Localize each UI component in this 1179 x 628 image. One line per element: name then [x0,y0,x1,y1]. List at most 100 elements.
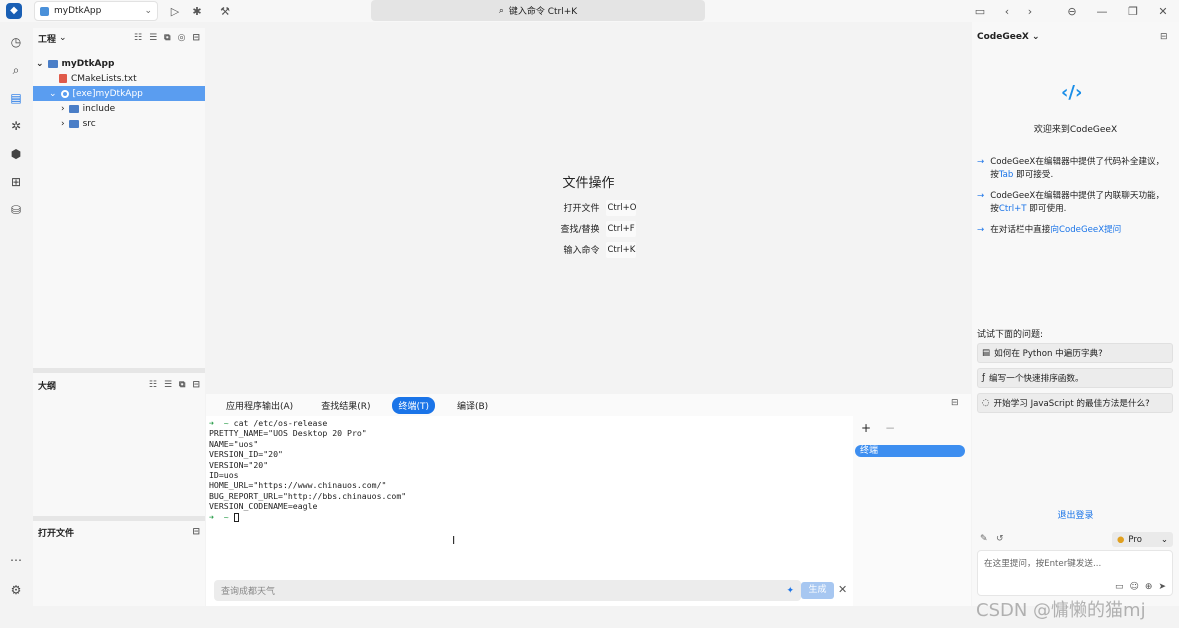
bug-icon[interactable]: ✲ [8,118,24,134]
remove-terminal-icon[interactable]: − [885,421,895,435]
panel-divider[interactable] [33,368,205,373]
suggested-question[interactable]: ◌ 开始学习 JavaScript 的最佳方法是什么? [977,393,1173,413]
codegeex-tips: → CodeGeeX在编辑器中提供了代码补全建议，按Tab 即可接受. → Code… [972,156,1179,245]
history-icon[interactable]: ◷ [8,34,24,50]
tree-item-label: include [82,103,116,114]
build-icon[interactable]: ⚒ [218,4,232,18]
tree-item-label: CMakeLists.txt [71,73,137,84]
table-icon: ▤ [982,348,991,358]
enter-command-row[interactable]: 输入命令 Ctrl+K [206,239,971,260]
terminal-line: BUG_REPORT_URL="http://bbs.chinauos.com" [209,490,407,501]
tip-item: → CodeGeeX在编辑器中提供了代码补全建议，按Tab 即可接受. [977,156,1171,182]
ai-sparkle-icon[interactable]: ✦ [786,586,794,596]
file-operations-title: 文件操作 [562,176,615,191]
collapse-icon[interactable]: ⊟ [192,380,200,390]
model-icon: ● [1117,534,1125,545]
tree-item-target[interactable]: ⌄ [exe]myDtkApp [33,86,205,101]
chevron-down-icon: ⌄ [1032,32,1040,42]
panel-divider[interactable] [33,516,205,521]
tip-item: → CodeGeeX在编辑器中提供了内联聊天功能，按Ctrl+T 即可使用. [977,190,1171,216]
logout-link[interactable]: 退出登录 [972,508,1179,521]
tip-text: 即可使用. [1029,204,1067,214]
add-terminal-icon[interactable]: + [861,421,871,435]
terminal-list: + − 终端 [853,418,971,606]
package-icon[interactable]: ⬢ [8,146,24,162]
tree-item-label: [exe]myDtkApp [72,88,143,99]
tip-text: 在对话栏中直接 [990,225,1051,235]
edit-icon[interactable]: ▤ [8,90,24,106]
tip-key: Ctrl+T [998,204,1027,214]
function-icon: ƒ [982,373,986,383]
history-icon[interactable]: ↺ [996,534,1004,544]
close-icon[interactable]: ✕ [838,583,847,596]
maximize-icon[interactable]: ❐ [1126,4,1140,18]
terminal-line: NAME="uos" [209,438,259,449]
tip-text: 即可接受. [1016,170,1054,180]
tab-app-output[interactable]: 应用程序输出(A) [220,397,299,414]
filter-icon[interactable]: ☷ [149,380,157,390]
database-icon[interactable]: ⛁ [8,202,24,218]
codegeex-title-wrap[interactable]: CodeGeeX ⌄ [977,32,1040,42]
bottom-tabs: 应用程序输出(A) 查找结果(R) 终端(T) 编译(B) [220,396,494,414]
tree-item-src[interactable]: › src [33,116,205,131]
chevron-down-icon[interactable]: ⌄ [59,33,67,43]
collapse-icon[interactable]: ⊟ [192,527,200,537]
question-text: 开始学习 JavaScript 的最佳方法是什么? [993,399,1150,409]
terminal-line: VERSION_CODENAME=eagle [209,501,318,512]
open-file-row[interactable]: 打开文件 Ctrl+O [206,197,971,218]
sort-icon[interactable]: ☰ [149,33,157,43]
folder-icon[interactable]: ▭ [1115,582,1124,592]
tree-item-label: src [82,118,96,129]
tree-item-include[interactable]: › include [33,101,205,116]
emoji-icon[interactable]: ☺ [1130,582,1139,592]
project-selector[interactable]: myDtkApp ⌄ [34,1,158,21]
chat-icon: ◌ [982,398,990,408]
globe-icon[interactable]: ⊕ [1145,582,1153,592]
command-label: 键入命令 Ctrl+K [508,7,578,17]
try-title: 试试下面的问题: [977,330,1044,340]
command-palette[interactable]: ⌕ 键入命令 Ctrl+K [371,0,705,21]
clear-icon[interactable]: ✎ [980,534,988,544]
target-icon[interactable]: ◎ [178,33,186,43]
model-selector[interactable]: ● Pro ⌄ [1112,532,1173,547]
ask-input[interactable]: 查询成都天气 ✦ [214,580,801,601]
collapse-icon[interactable]: ⊟ [1160,32,1168,42]
filter-icon[interactable]: ☷ [134,33,142,43]
search-icon[interactable]: ⌕ [8,62,24,78]
tree-item-root[interactable]: ⌄ myDtkApp [33,56,205,71]
folder-icon[interactable]: ▭ [973,4,987,18]
run-icon[interactable]: ▷ [168,4,182,18]
send-icon[interactable]: ➤ [1158,582,1166,592]
app-logo-icon: ◆ [6,3,22,19]
menu-icon[interactable]: ⊖ [1065,4,1079,18]
collapse-icon[interactable]: ⊟ [192,33,200,43]
ask-codegeex-link[interactable]: 向CodeGeeX提问 [1050,225,1121,235]
extensions-icon[interactable]: ⊞ [8,174,24,190]
minimize-icon[interactable]: — [1095,4,1109,18]
back-icon[interactable]: ‹ [1000,4,1014,18]
tab-terminal[interactable]: 终端(T) [392,396,435,414]
tab-find-results[interactable]: 查找结果(R) [315,397,376,414]
copy-icon[interactable]: ⧉ [164,33,170,43]
suggested-question[interactable]: ▤ 如何在 Python 中遍历字典? [977,343,1173,363]
terminal-line: ID=uos [209,470,239,481]
tree-item-cmakelists[interactable]: CMakeLists.txt [33,71,205,86]
forward-icon[interactable]: › [1023,4,1037,18]
find-replace-row[interactable]: 查找/替换 Ctrl+F [206,218,971,239]
tab-build[interactable]: 编译(B) [451,397,494,414]
copy-icon[interactable]: ⧉ [179,380,185,390]
collapse-icon[interactable]: ⊟ [951,398,959,408]
settings-gear-icon[interactable]: ⚙ [8,582,24,598]
close-icon[interactable]: ✕ [1156,4,1170,18]
generate-button[interactable]: 生成 [801,582,834,599]
terminal-line: PRETTY_NAME="UOS Desktop 20 Pro" [209,428,367,439]
sort-icon[interactable]: ☰ [164,380,172,390]
debug-icon[interactable]: ✱ [190,4,204,18]
suggested-question[interactable]: ƒ 编写一个快速排序函数。 [977,368,1173,388]
more-icon[interactable]: ⋯ [8,552,24,568]
chat-input[interactable]: 在这里提问，按Enter键发送... ▭ ☺ ⊕ ➤ [977,550,1173,596]
arrow-right-icon: → [977,157,985,167]
shortcut-key: Ctrl+K [605,241,636,258]
shortcut-key: Ctrl+F [605,220,636,237]
terminal-list-item[interactable]: 终端 [855,445,965,457]
